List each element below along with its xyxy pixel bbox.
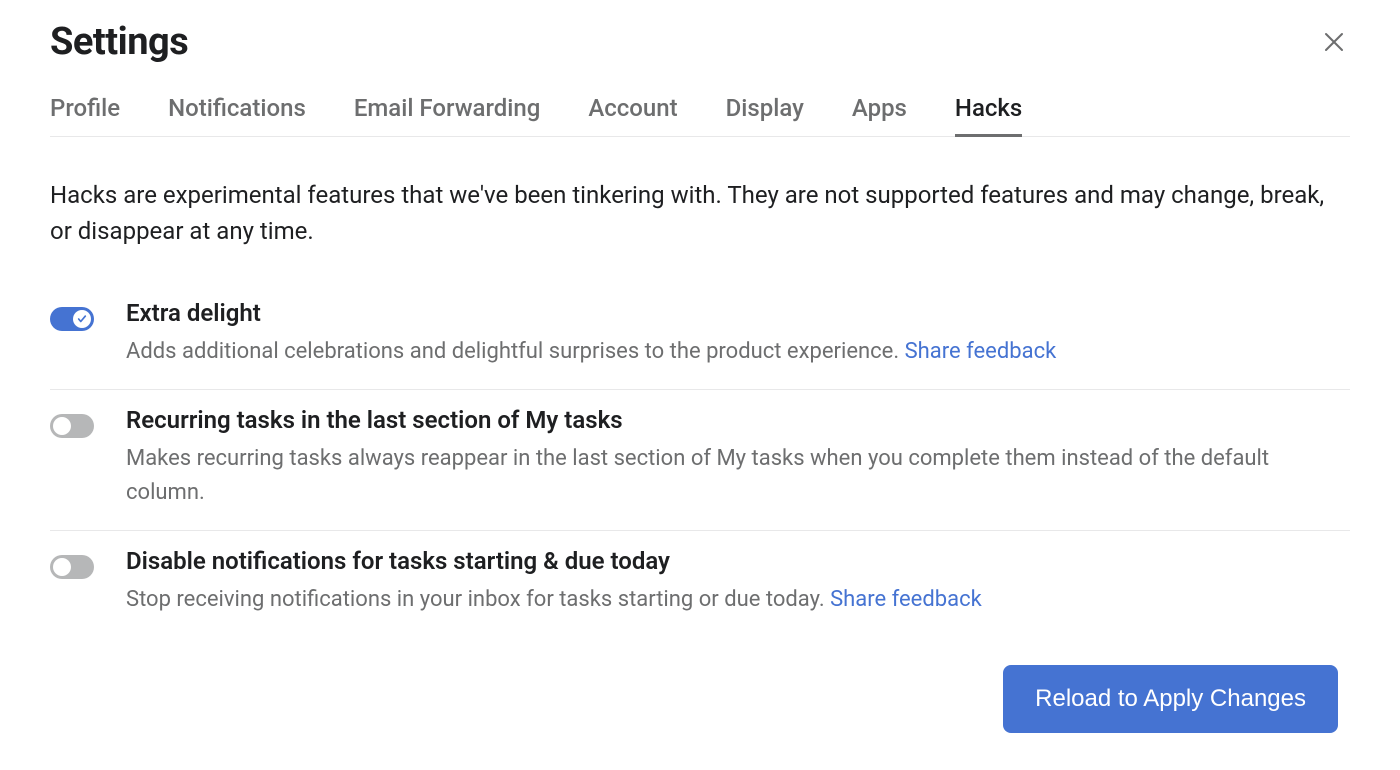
hack-item-title: Disable notifications for tasks starting… [126, 547, 1350, 575]
hack-item-description: Adds additional celebrations and delight… [126, 335, 1350, 369]
page-title: Settings [50, 20, 188, 64]
hack-item-title: Recurring tasks in the last section of M… [126, 406, 1350, 434]
toggle-knob [53, 558, 71, 576]
tab-email-forwarding[interactable]: Email Forwarding [354, 94, 541, 136]
share-feedback-link[interactable]: Share feedback [905, 339, 1057, 364]
hack-item-recurring-tasks: Recurring tasks in the last section of M… [50, 390, 1350, 531]
tab-account[interactable]: Account [588, 94, 677, 136]
close-icon[interactable] [1318, 26, 1350, 63]
share-feedback-link[interactable]: Share feedback [830, 587, 982, 612]
hack-item-disable-notifications: Disable notifications for tasks starting… [50, 531, 1350, 637]
tab-hacks[interactable]: Hacks [955, 94, 1022, 136]
hack-item-extra-delight: Extra delight Adds additional celebratio… [50, 283, 1350, 390]
hack-item-title: Extra delight [126, 299, 1350, 327]
toggle-disable-notifications[interactable] [50, 555, 94, 579]
reload-button[interactable]: Reload to Apply Changes [1003, 665, 1338, 733]
tab-apps[interactable]: Apps [852, 94, 907, 136]
hacks-intro-text: Hacks are experimental features that we'… [50, 177, 1330, 249]
hack-item-description: Stop receiving notifications in your inb… [126, 583, 1350, 617]
tab-notifications[interactable]: Notifications [168, 94, 306, 136]
tab-display[interactable]: Display [726, 94, 804, 136]
toggle-extra-delight[interactable] [50, 307, 94, 331]
hacks-list: Extra delight Adds additional celebratio… [50, 283, 1350, 637]
hack-item-description: Makes recurring tasks always reappear in… [126, 442, 1350, 510]
check-icon [73, 310, 91, 328]
tab-profile[interactable]: Profile [50, 94, 120, 136]
tabs: Profile Notifications Email Forwarding A… [50, 94, 1350, 137]
toggle-recurring-tasks[interactable] [50, 414, 94, 438]
toggle-knob [53, 417, 71, 435]
